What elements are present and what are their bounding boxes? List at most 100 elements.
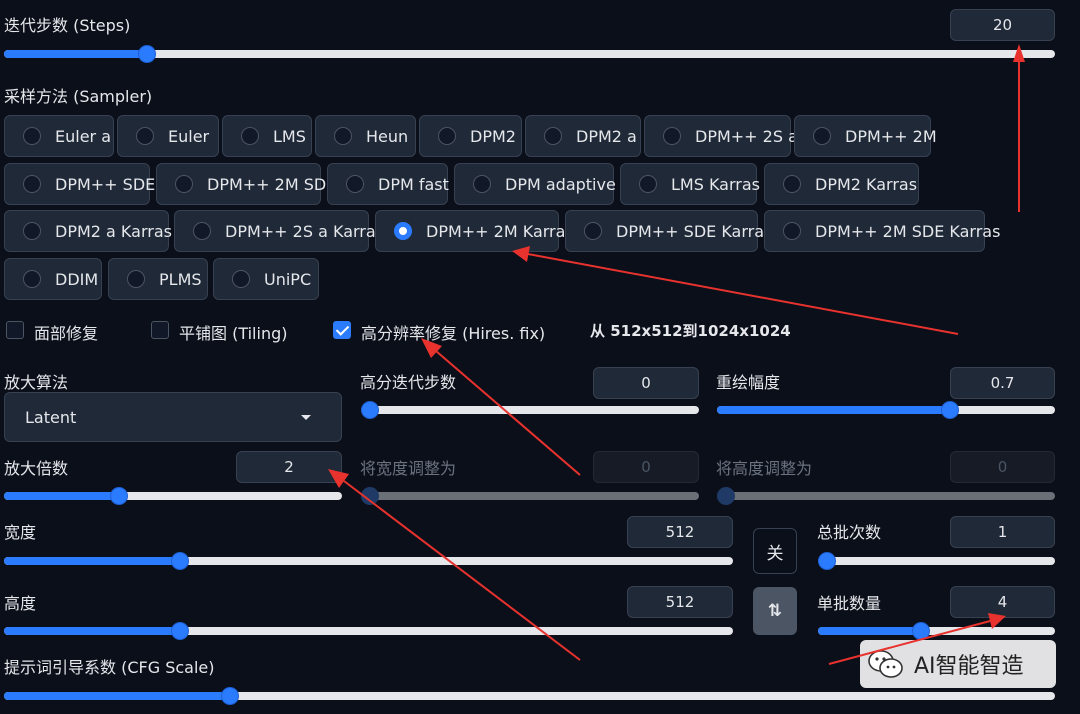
batch-size-input[interactable]: 4 — [950, 586, 1055, 618]
batch-count-slider[interactable] — [818, 551, 1055, 571]
hires-steps-input[interactable]: 0 — [593, 367, 699, 399]
sampler-option[interactable]: DDIM — [4, 258, 102, 300]
steps-input[interactable]: 20 — [950, 9, 1055, 41]
sampler-option[interactable]: DPM++ SDE Karras — [565, 210, 772, 252]
steps-slider-thumb[interactable] — [138, 45, 157, 63]
face-restore-label: 面部修复 — [34, 324, 99, 343]
watermark-text: AI智能智造 — [914, 654, 1024, 679]
cfg-label: 提示词引导系数 (CFG Scale) — [4, 658, 215, 677]
upscale-by-slider-thumb[interactable] — [109, 487, 128, 505]
hires-steps-slider-thumb[interactable] — [361, 401, 379, 419]
resize-height-slider-thumb — [717, 487, 735, 505]
sampler-option-label: Euler a — [55, 126, 112, 146]
width-input[interactable]: 512 — [627, 516, 733, 548]
wechat-icon — [868, 650, 903, 678]
radio-circle-icon — [663, 127, 681, 145]
hires-fix-checkbox[interactable] — [333, 321, 351, 339]
sampler-option[interactable]: DPM++ 2S a Karras — [174, 210, 384, 252]
swap-dimensions-button[interactable]: ⇅ — [753, 587, 797, 635]
sampler-option[interactable]: UniPC — [213, 258, 319, 300]
sampler-option[interactable]: DPM2 — [419, 115, 522, 157]
steps-label: 迭代步数 (Steps) — [4, 16, 131, 35]
resize-width-slider — [361, 486, 699, 506]
hires-steps-label: 高分迭代步数 — [360, 373, 457, 392]
height-input[interactable]: 512 — [627, 586, 733, 618]
sampler-option[interactable]: LMS Karras — [620, 163, 760, 205]
sampler-option[interactable]: Euler — [117, 115, 219, 157]
sampler-option-label: DPM++ SDE — [55, 174, 156, 194]
width-slider[interactable] — [4, 551, 733, 571]
sampler-option[interactable]: DPM++ 2S a — [644, 115, 798, 157]
radio-circle-icon — [473, 175, 491, 193]
face-restore-checkbox[interactable] — [6, 321, 24, 339]
radio-circle-icon — [813, 127, 831, 145]
random-size-button[interactable]: 关 — [753, 528, 797, 574]
sampler-option-label: DPM adaptive — [505, 174, 616, 194]
batch-size-slider-thumb[interactable] — [912, 622, 931, 640]
sampler-option[interactable]: DPM fast — [327, 163, 449, 205]
sampler-option[interactable]: DPM++ SDE — [4, 163, 155, 205]
steps-slider[interactable] — [4, 44, 1055, 64]
sampler-option[interactable]: DPM2 a — [525, 115, 641, 157]
sampler-label: 采样方法 (Sampler) — [4, 87, 153, 106]
upscale-by-slider[interactable] — [4, 486, 342, 506]
upscaler-label: 放大算法 — [4, 373, 69, 392]
hires-steps-slider[interactable] — [361, 400, 699, 420]
resize-height-input: 0 — [950, 451, 1055, 483]
sampler-option-label: Heun — [366, 126, 409, 146]
sampler-option-label: DPM++ 2M SDE Karras — [815, 221, 1001, 241]
resize-width-label: 将宽度调整为 — [360, 459, 457, 478]
sampler-option-label: UniPC — [264, 269, 312, 289]
sampler-option[interactable]: DPM adaptive — [454, 163, 616, 205]
denoise-label: 重绘幅度 — [716, 373, 781, 392]
sampler-option-label: DPM++ 2S a Karras — [225, 221, 385, 241]
sampler-option-label: DPM++ 2M — [845, 126, 937, 146]
height-slider[interactable] — [4, 621, 733, 641]
width-slider-thumb[interactable] — [171, 552, 190, 570]
sampler-option-label: DPM++ 2M Karras — [426, 221, 574, 241]
radio-circle-icon — [23, 175, 41, 193]
width-label: 宽度 — [4, 523, 37, 542]
denoise-slider-thumb[interactable] — [941, 401, 959, 419]
sampler-option-label: DPM2 — [470, 126, 516, 146]
cfg-slider-thumb[interactable] — [220, 687, 239, 705]
denoise-slider[interactable] — [717, 400, 1055, 420]
sampler-option[interactable]: DPM2 Karras — [764, 163, 919, 205]
sampler-option[interactable]: DPM2 a Karras — [4, 210, 172, 252]
annotation-arrows — [328, 44, 1025, 665]
sampler-option[interactable]: DPM++ 2M SDE — [156, 163, 336, 205]
sampler-option[interactable]: DPM++ 2M Karras — [375, 210, 574, 252]
chevron-down-icon — [301, 415, 311, 420]
hires-resolution-note: 从 512x512到1024x1024 — [590, 322, 791, 340]
sampler-option[interactable]: DPM++ 2M SDE Karras — [764, 210, 1000, 252]
sampler-option-label: DPM2 a Karras — [55, 221, 172, 241]
tiling-checkbox[interactable] — [151, 321, 169, 339]
hires-fix-label: 高分辨率修复 (Hires. fix) — [361, 324, 546, 343]
radio-circle-icon — [23, 127, 41, 145]
sampler-option-label: DPM2 Karras — [815, 174, 918, 194]
upscale-by-input[interactable]: 2 — [236, 451, 342, 483]
upscaler-select[interactable]: Latent — [4, 392, 342, 442]
swap-arrows-icon: ⇅ — [767, 601, 783, 621]
sampler-option-label: DPM fast — [378, 174, 449, 194]
sampler-option[interactable]: LMS — [222, 115, 312, 157]
sampler-option[interactable]: DPM++ 2M — [794, 115, 937, 157]
cfg-slider[interactable] — [4, 686, 1055, 706]
sampler-option[interactable]: Heun — [315, 115, 416, 157]
tiling-label: 平铺图 (Tiling) — [179, 324, 288, 343]
upscaler-value: Latent — [25, 407, 77, 427]
radio-circle-icon — [334, 127, 352, 145]
batch-size-slider[interactable] — [818, 621, 1055, 641]
radio-circle-icon — [584, 222, 602, 240]
radio-circle-icon — [23, 270, 41, 288]
resize-width-slider-thumb — [361, 487, 379, 505]
height-slider-thumb[interactable] — [171, 622, 190, 640]
sampler-option[interactable]: PLMS — [108, 258, 208, 300]
sampler-option-label: PLMS — [159, 269, 202, 289]
sampler-option[interactable]: Euler a — [4, 115, 114, 157]
watermark: AI智能智造 — [860, 640, 1056, 688]
batch-count-slider-thumb[interactable] — [818, 552, 836, 570]
denoise-input[interactable]: 0.7 — [950, 367, 1055, 399]
height-label: 高度 — [4, 594, 37, 613]
batch-count-input[interactable]: 1 — [950, 516, 1055, 548]
